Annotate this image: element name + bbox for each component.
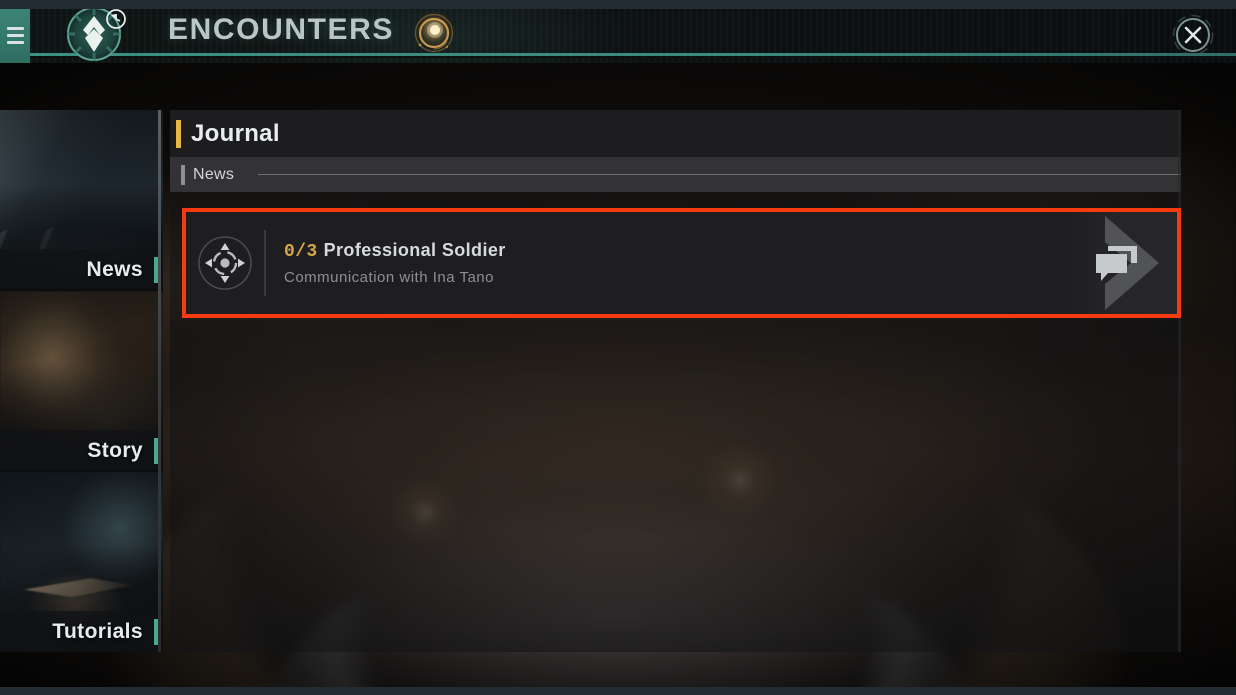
- sidebar-item-label: News: [86, 258, 143, 281]
- content-area: Journal News 0/3 Professional Soldier Co…: [170, 110, 1181, 652]
- app-root: ENCOUNTERS News Story Tutorials Journal …: [0, 0, 1236, 695]
- system-bar-bottom: [0, 687, 1236, 695]
- sidebar-item-label: Tutorials: [52, 620, 143, 643]
- journal-accent-bar: [176, 119, 181, 148]
- sidebar-item-labelbar: Tutorials: [0, 611, 163, 652]
- sidebar-item-label: Story: [87, 439, 143, 462]
- header-accent-shadow: [0, 56, 1236, 58]
- page-title: ENCOUNTERS: [168, 13, 395, 46]
- hamburger-bar-2: [6, 33, 24, 37]
- content-scroll-shadow: [170, 320, 1181, 652]
- hamburger-bar-1: [6, 26, 24, 30]
- news-section-label: News: [193, 165, 235, 183]
- system-bar-top: [0, 0, 1236, 9]
- sidebar-item-tutorials[interactable]: Tutorials: [0, 472, 163, 652]
- news-accent-bar: [181, 164, 185, 185]
- sidebar: News Story Tutorials: [0, 110, 163, 652]
- entry-highlight-box: [182, 208, 1181, 318]
- news-section-header: News: [170, 157, 1181, 192]
- faction-emblem-icon: [58, 5, 136, 63]
- sidebar-item-story[interactable]: Story: [0, 291, 163, 472]
- hamburger-bar-3: [6, 40, 24, 44]
- journal-title: Journal: [191, 119, 280, 147]
- sidebar-item-labelbar: Story: [0, 430, 163, 472]
- journal-header: Journal: [170, 110, 1181, 157]
- sidebar-scrollbar[interactable]: [158, 110, 161, 652]
- glowing-orb-icon: [409, 9, 459, 59]
- sidebar-item-news[interactable]: News: [0, 110, 163, 291]
- news-section-rule: [258, 174, 1181, 175]
- panel-right-edge: [1178, 110, 1181, 652]
- close-circle-icon[interactable]: [1172, 14, 1214, 56]
- encounters-panel: News Story Tutorials Journal News 0/3 Pr…: [0, 110, 1181, 652]
- hamburger-icon[interactable]: [0, 7, 30, 63]
- sidebar-item-labelbar: News: [0, 249, 163, 291]
